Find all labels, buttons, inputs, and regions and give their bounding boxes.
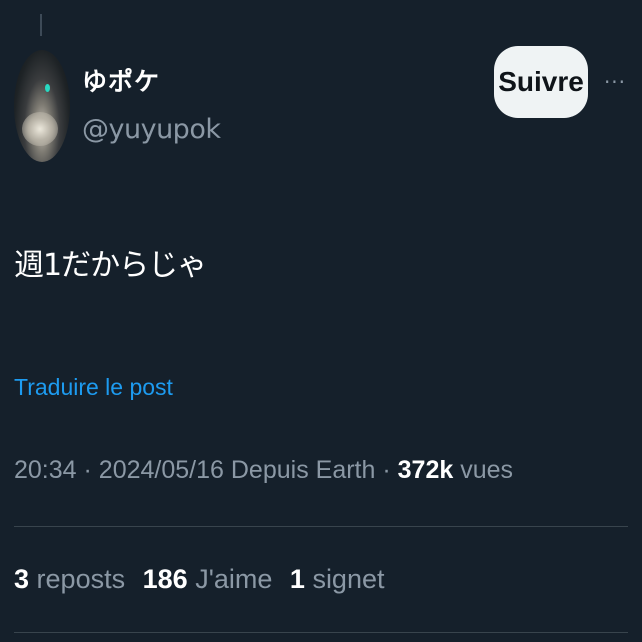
tweet-time[interactable]: 20:34	[14, 456, 77, 484]
tweet-text: 週1だからじゃ	[14, 248, 207, 283]
meta-separator: ·	[83, 456, 92, 484]
likes-stat[interactable]: 186 J'aime	[143, 564, 273, 594]
reposts-count: 3	[14, 564, 30, 594]
reposts-label: reposts	[36, 564, 126, 594]
thread-connector-line	[40, 14, 42, 36]
reposts-stat[interactable]: 3 reposts	[14, 564, 125, 594]
author-handle[interactable]: @yuyupok	[82, 114, 221, 145]
bookmarks-stat[interactable]: 1 signet	[290, 564, 385, 594]
follow-button[interactable]: Suivre	[494, 46, 588, 118]
author-display-name[interactable]: ゆポケ	[82, 62, 160, 98]
likes-label: J'aime	[195, 564, 273, 594]
translate-post-link[interactable]: Traduire le post	[14, 374, 173, 401]
bookmarks-label: signet	[312, 564, 385, 594]
tweet-meta: 20:34 · 2024/05/16 Depuis Earth · 372k v…	[14, 456, 513, 485]
likes-count: 186	[142, 564, 188, 594]
tweet-source: Depuis Earth	[230, 456, 376, 484]
divider	[14, 632, 628, 633]
views-count: 372k	[397, 456, 454, 484]
tweet-date[interactable]: 2024/05/16	[99, 456, 224, 484]
avatar-glow	[22, 112, 58, 146]
divider	[14, 526, 628, 527]
meta-separator: ·	[382, 456, 391, 484]
views-label: vues	[460, 456, 514, 484]
more-options-icon[interactable]: ···	[603, 72, 627, 92]
bookmarks-count: 1	[289, 564, 305, 594]
avatar-highlight	[45, 84, 50, 92]
engagement-stats: 3 reposts 186 J'aime 1 signet	[14, 564, 395, 595]
avatar[interactable]	[14, 50, 70, 162]
